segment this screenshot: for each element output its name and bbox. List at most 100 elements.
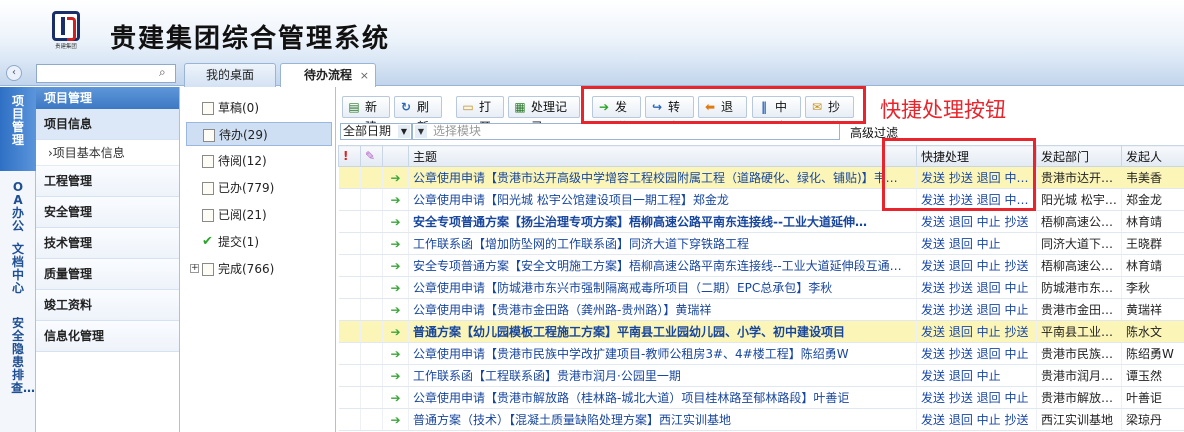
- process-arrow-icon[interactable]: ➔: [382, 232, 409, 255]
- department-cell: 平南县工业…: [1036, 320, 1122, 343]
- quick-action-cell[interactable]: 发送 抄送 退回 中止: [916, 298, 1037, 321]
- tab-my-desktop[interactable]: 我的桌面: [184, 63, 276, 87]
- process-arrow-icon[interactable]: ➔: [382, 210, 409, 233]
- process-arrow-icon[interactable]: ➔: [382, 386, 409, 409]
- subject-cell[interactable]: 工作联系函【工程联系函】贵港市润月·公园里一期: [408, 364, 917, 387]
- process-arrow-icon[interactable]: ➔: [382, 408, 409, 431]
- search-icon[interactable]: ⌕: [159, 66, 171, 78]
- table-row[interactable]: ➔ 工作联系函【工程联系函】贵港市润月·公园里一期 发送 退回 中止 贵港市润月… 谭玉…: [338, 364, 1184, 387]
- cc-button[interactable]: ✉抄送: [805, 96, 854, 134]
- subject-cell[interactable]: 安全专项普通方案【扬尘治理专项方案】梧柳高速公路平南东连接线--工业大道延伸…: [408, 210, 917, 233]
- subject-cell[interactable]: 公章使用申请【阳光城 松宇公馆建设项目一期工程】郑金龙: [408, 188, 917, 211]
- cc-icon: ✉: [811, 100, 823, 114]
- priority-column-header[interactable]: !: [338, 145, 361, 167]
- process-arrow-icon[interactable]: ➔: [382, 364, 409, 387]
- refresh-button[interactable]: ↻刷新: [394, 96, 442, 134]
- subject-cell[interactable]: 工作联系函【增加防坠网的工作联系函】同济大道下穿铁路工程: [408, 232, 917, 255]
- quick-action-cell[interactable]: 发送 抄送 退回 中止 转发: [916, 188, 1037, 211]
- records-icon: ▦: [514, 100, 526, 114]
- quick-action-cell[interactable]: 发送 退回 中止: [916, 232, 1037, 255]
- stop-button[interactable]: ‖中止: [752, 96, 801, 134]
- folder-completed[interactable]: + 完成(766): [186, 257, 332, 281]
- quick-action-cell[interactable]: 发送 退回 中止 抄送: [916, 320, 1037, 343]
- quick-action-cell[interactable]: 发送 抄送 退回 中止: [916, 386, 1037, 409]
- open-button[interactable]: ▭打开: [456, 96, 504, 134]
- folder-submitted[interactable]: ✔ 提交(1): [186, 230, 332, 254]
- new-button[interactable]: ▤新建: [342, 96, 390, 134]
- subject-cell[interactable]: 公章使用申请【贵港市民族中学改扩建项目-教师公租房3#、4#楼工程】陈绍勇W: [408, 342, 917, 365]
- sender-column-header[interactable]: 发起人: [1121, 145, 1184, 167]
- sidebar-item-project-basic-info[interactable]: ›项目基本信息: [36, 140, 179, 166]
- module-nav-docs[interactable]: 文档中心: [0, 243, 36, 307]
- sidebar-item-completion-docs[interactable]: 竣工资料: [36, 290, 179, 321]
- attachment-column-header[interactable]: ✎: [360, 145, 383, 167]
- expand-icon[interactable]: +: [190, 264, 199, 273]
- table-row[interactable]: ➔ 公章使用申请【贵港市金田路（龚州路-贵州路）】黄瑞祥 发送 抄送 退回 中止 贵港…: [338, 298, 1184, 321]
- subject-column-header[interactable]: 主题: [408, 145, 917, 167]
- menu-search-input[interactable]: ⌕: [36, 64, 176, 83]
- subject-cell[interactable]: 公章使用申请【贵港市达开高级中学增容工程校园附属工程（道路硬化、绿化、铺贴)】韦…: [408, 166, 917, 189]
- process-arrow-icon[interactable]: ➔: [382, 298, 409, 321]
- process-arrow-icon[interactable]: ➔: [382, 254, 409, 277]
- sidebar-item-technical[interactable]: 技术管理: [36, 228, 179, 259]
- subject-cell[interactable]: 普通方案（技术）【混凝土质量缺陷处理方案】西江实训基地: [408, 408, 917, 431]
- toolbar: ▤新建 ↻刷新 ▭打开 ▦处理记录 ➔发送 ↪转发 ⬅退回 ‖中止 ✉抄送: [338, 94, 1184, 134]
- folder-label: 提交(1): [218, 235, 259, 249]
- quick-action-cell[interactable]: 发送 退回 中止 抄送: [916, 254, 1037, 277]
- quick-action-cell[interactable]: 发送 退回 中止 抄送: [916, 408, 1037, 431]
- chevron-down-icon[interactable]: ▼: [415, 125, 427, 138]
- quick-action-cell[interactable]: 发送 抄送 退回 中止: [916, 276, 1037, 299]
- process-arrow-icon[interactable]: ➔: [382, 166, 409, 189]
- folder-read[interactable]: 已阅(21): [186, 203, 332, 227]
- process-arrow-icon[interactable]: ➔: [382, 342, 409, 365]
- close-tab-icon[interactable]: ×: [360, 65, 369, 87]
- table-row[interactable]: ➔ 公章使用申请【贵港市解放路（桂林路-城北大道）项目桂林路至郁林路段】叶善讵 发送…: [338, 386, 1184, 409]
- table-row[interactable]: ➔ 公章使用申请【防城港市东兴市强制隔离戒毒所项目（二期）EPC总承包】李秋 发送 …: [338, 276, 1184, 299]
- date-range-select[interactable]: 全部日期 ▼: [340, 123, 412, 140]
- subject-cell[interactable]: 公章使用申请【贵港市金田路（龚州路-贵州路）】黄瑞祥: [408, 298, 917, 321]
- table-row[interactable]: ➔ 工作联系函【增加防坠网的工作联系函】同济大道下穿铁路工程 发送 退回 中止 同济大…: [338, 232, 1184, 255]
- quick-action-cell[interactable]: 发送 退回 中止 抄送: [916, 210, 1037, 233]
- table-row[interactable]: ➔ 公章使用申请【贵港市民族中学改扩建项目-教师公租房3#、4#楼工程】陈绍勇W 发…: [338, 342, 1184, 365]
- module-nav-oa[interactable]: OA办公: [0, 181, 36, 233]
- subject-cell[interactable]: 公章使用申请【防城港市东兴市强制隔离戒毒所项目（二期）EPC总承包】李秋: [408, 276, 917, 299]
- table-row[interactable]: ➔ 安全专项普通方案【扬尘治理专项方案】梧柳高速公路平南东连接线--工业大道延伸……: [338, 210, 1184, 233]
- table-row[interactable]: ➔ 普通方案【幼儿园模板工程施工方案】平南县工业园幼儿园、小学、初中建设项目 发送 …: [338, 320, 1184, 343]
- table-row[interactable]: ➔ 安全专项普通方案【安全文明施工方案】梧柳高速公路平南东连接线--工业大道延伸段…: [338, 254, 1184, 277]
- sidebar-item-project-info[interactable]: 项目信息: [36, 109, 179, 140]
- process-arrow-icon[interactable]: ➔: [382, 276, 409, 299]
- folder-handled[interactable]: 已办(779): [186, 176, 332, 200]
- quick-action-cell[interactable]: 发送 退回 中止: [916, 364, 1037, 387]
- subject-cell[interactable]: 公章使用申请【贵港市解放路（桂林路-城北大道）项目桂林路至郁林路段】叶善讵: [408, 386, 917, 409]
- sidebar-item-engineering[interactable]: 工程管理: [36, 166, 179, 197]
- forward-button[interactable]: ↪转发: [645, 96, 694, 134]
- quick-action-column-header[interactable]: 快捷处理: [916, 145, 1037, 167]
- send-button[interactable]: ➔发送: [592, 96, 641, 134]
- sidebar-item-quality[interactable]: 质量管理: [36, 259, 179, 290]
- folder-pending[interactable]: 待办(29): [186, 122, 332, 146]
- advanced-filter-link[interactable]: 高级过滤: [850, 124, 898, 141]
- process-arrow-icon[interactable]: ➔: [382, 320, 409, 343]
- module-nav-safety[interactable]: 安全隐患排查…: [0, 317, 36, 417]
- folder-to-read[interactable]: 待阅(12): [186, 149, 332, 173]
- module-nav-project[interactable]: 项目管理: [0, 87, 36, 171]
- sidebar-item-safety[interactable]: 安全管理: [36, 197, 179, 228]
- quick-action-cell[interactable]: 发送 抄送 退回 中止: [916, 342, 1037, 365]
- table-row[interactable]: ➔ 公章使用申请【阳光城 松宇公馆建设项目一期工程】郑金龙 发送 抄送 退回 中止 …: [338, 188, 1184, 211]
- department-column-header[interactable]: 发起部门: [1036, 145, 1122, 167]
- table-row[interactable]: ➔ 普通方案（技术）【混凝土质量缺陷处理方案】西江实训基地 发送 退回 中止 抄送西…: [338, 408, 1184, 431]
- folder-drafts[interactable]: 草稿(0): [186, 96, 332, 120]
- table-row[interactable]: ➔ 公章使用申请【贵港市达开高级中学增容工程校园附属工程（道路硬化、绿化、铺贴)】…: [338, 166, 1184, 189]
- collapse-sidebar-button[interactable]: ‹: [6, 65, 22, 81]
- process-records-button[interactable]: ▦处理记录: [508, 96, 580, 134]
- quick-action-cell[interactable]: 发送 抄送 退回 中止 转发: [916, 166, 1037, 189]
- tab-pending-workflow[interactable]: 待办流程 ×: [280, 63, 376, 87]
- module-select[interactable]: ▼ 选择模块: [412, 123, 840, 140]
- process-arrow-icon[interactable]: ➔: [382, 188, 409, 211]
- return-button[interactable]: ⬅退回: [698, 96, 747, 134]
- subject-cell[interactable]: 普通方案【幼儿园模板工程施工方案】平南县工业园幼儿园、小学、初中建设项目: [408, 320, 917, 343]
- subject-cell[interactable]: 安全专项普通方案【安全文明施工方案】梧柳高速公路平南东连接线--工业大道延伸段互…: [408, 254, 917, 277]
- sidebar-item-it-management[interactable]: 信息化管理: [36, 321, 179, 352]
- department-cell: 贵港市润月…: [1036, 364, 1122, 387]
- chevron-down-icon[interactable]: ▼: [398, 125, 410, 138]
